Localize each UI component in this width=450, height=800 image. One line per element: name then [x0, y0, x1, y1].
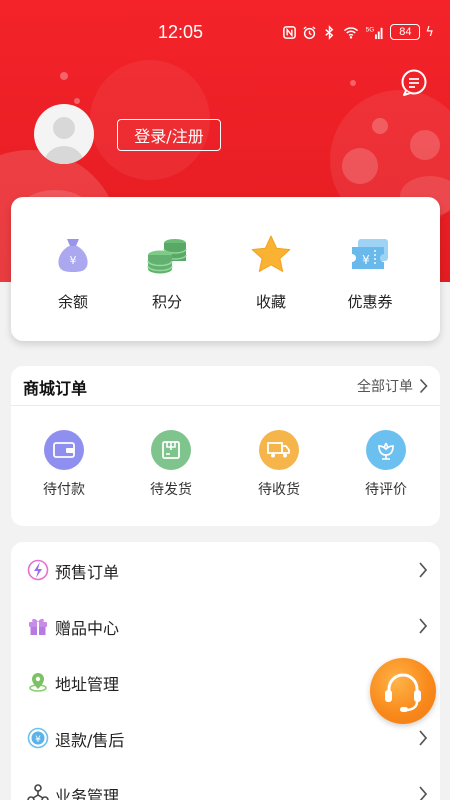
location-icon [29, 673, 47, 692]
lightning-icon [27, 559, 49, 581]
menu-item-label: 地址管理 [55, 675, 120, 694]
mall-orders-card: 商城订单 全部订单 待付款 待发货 待收货 待评价 [11, 366, 440, 526]
order-pending-payment[interactable]: 待付款 [24, 430, 104, 499]
order-pending-shipment[interactable]: 待发货 [131, 430, 211, 499]
asset-label: 余额 [57, 293, 88, 311]
order-pending-receipt[interactable]: 待收货 [239, 430, 319, 499]
menu-item-label: 预售订单 [55, 563, 120, 582]
menu-item-label: 赠品中心 [55, 619, 120, 638]
status-time: 12:05 [158, 22, 204, 42]
chevron-right-icon [419, 378, 428, 394]
asset-coupons[interactable]: ¥ 优惠券 [330, 233, 410, 313]
alarm-icon [303, 25, 316, 39]
assets-card: ¥ 余额 积分 收藏 ¥ 优惠券 [11, 197, 440, 341]
chevron-right-icon [419, 730, 428, 746]
default-avatar-icon [44, 117, 84, 164]
login-register-button[interactable]: 登录/注册 [117, 119, 221, 151]
order-label: 待付款 [43, 482, 85, 498]
orders-title: 商城订单 [23, 379, 88, 398]
svg-text:¥: ¥ [35, 735, 41, 745]
nfc-icon [283, 25, 297, 39]
asset-points[interactable]: 积分 [127, 233, 207, 313]
chevron-right-icon [419, 618, 428, 634]
svg-text:¥: ¥ [70, 254, 77, 267]
star-icon [251, 235, 291, 272]
asset-label: 收藏 [255, 293, 286, 311]
coins-icon [147, 239, 187, 274]
menu-item-presale-orders[interactable]: 预售订单 [11, 542, 440, 598]
customer-service-button[interactable] [370, 658, 436, 724]
money-bag-icon: ¥ [58, 239, 88, 272]
status-icons: 5G 84 ϟ [282, 22, 434, 42]
coupon-icon: ¥ [352, 239, 388, 269]
truck-icon [259, 430, 299, 470]
all-orders-link[interactable]: 全部订单 [357, 376, 428, 396]
menu-item-business-management[interactable]: 业务管理 [11, 766, 440, 800]
headset-icon [385, 673, 421, 712]
svg-text:5G: 5G [366, 26, 375, 33]
bluetooth-icon [325, 24, 334, 40]
network-icon [27, 784, 49, 800]
svg-text:¥: ¥ [362, 253, 370, 267]
status-bar: 12:05 5G 84 ϟ [0, 0, 450, 64]
wallet-icon [44, 430, 84, 470]
asset-favorites[interactable]: 收藏 [231, 233, 311, 313]
menu-item-label: 业务管理 [55, 787, 120, 800]
order-pending-review[interactable]: 待评价 [346, 430, 426, 499]
order-label: 待发货 [150, 482, 192, 498]
wifi-icon [344, 26, 359, 39]
battery-icon: 84 [390, 24, 421, 40]
avatar[interactable] [34, 104, 94, 164]
order-label: 待收货 [258, 482, 300, 498]
flower-icon [366, 430, 406, 470]
charging-icon: ϟ [425, 24, 434, 40]
asset-balance[interactable]: ¥ 余额 [33, 233, 113, 313]
gift-icon [29, 618, 47, 635]
chevron-right-icon [419, 786, 428, 800]
package-icon [151, 430, 191, 470]
refund-icon: ¥ [27, 727, 49, 749]
all-orders-label: 全部订单 [357, 379, 413, 395]
asset-label: 优惠券 [347, 293, 393, 311]
menu-item-gift-center[interactable]: 赠品中心 [11, 598, 440, 654]
orders-header: 商城订单 全部订单 [11, 366, 440, 406]
chevron-right-icon [419, 562, 428, 578]
menu-item-label: 退款/售后 [55, 731, 125, 750]
signal-5g-icon: 5G [366, 26, 383, 39]
order-label: 待评价 [365, 482, 407, 498]
message-icon[interactable] [399, 68, 429, 98]
asset-label: 积分 [151, 293, 182, 311]
